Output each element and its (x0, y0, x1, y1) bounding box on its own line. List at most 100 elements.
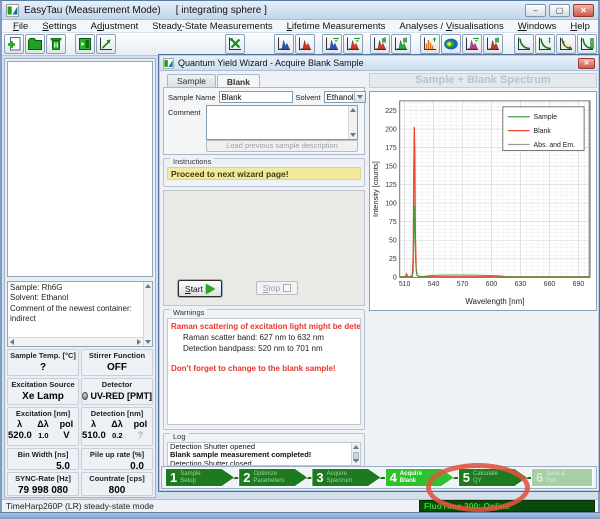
menu-windows[interactable]: Windows (511, 21, 564, 32)
scroll-up-icon[interactable] (145, 284, 151, 288)
step-label: Calculate (473, 471, 498, 478)
comment-textarea[interactable] (206, 105, 358, 140)
svg-text:630: 630 (515, 281, 527, 288)
multi-decay-icon[interactable] (577, 34, 597, 54)
time-scan-spectrum-icon[interactable] (391, 34, 411, 54)
detection-label: Detection [nm] (82, 409, 152, 418)
wizard-step-3[interactable]: 3AcquireSpectrum (311, 468, 381, 487)
scroll-right-icon[interactable] (137, 339, 141, 345)
scroll-down-icon[interactable] (145, 340, 151, 344)
spectrum-plot: 5105405706006306606900255075100125150175… (370, 92, 596, 310)
excitation-spectrum-icon[interactable] (274, 34, 294, 54)
decay-scan-icon[interactable] (535, 34, 555, 54)
wizard-step-6[interactable]: 6Save &Exit (531, 468, 593, 487)
wizard-step-5[interactable]: 5CalculateQY (458, 468, 528, 487)
excitation-source-group: Excitation Source Xe Lamp (7, 378, 79, 405)
scroll-down-icon[interactable] (350, 133, 356, 137)
svg-text:510: 510 (399, 281, 411, 288)
comment-vscrollbar[interactable] (348, 106, 357, 139)
emission-spectrum-icon[interactable] (295, 34, 315, 54)
svg-text:175: 175 (385, 145, 397, 152)
log-box: Detection Shutter openedBlank sample mea… (167, 442, 361, 466)
tab-blank[interactable]: Blank (217, 74, 260, 88)
wizard-titlebar: Quantum Yield Wizard - Acquire Blank Sam… (160, 56, 598, 71)
excitation-source-value: Xe Lamp (8, 391, 78, 402)
stop-button[interactable]: Stop (256, 281, 298, 295)
solvent-select[interactable]: Ethanol (324, 91, 366, 103)
close-button[interactable]: ✕ (573, 4, 594, 17)
scroll-up-icon[interactable] (350, 108, 356, 112)
step-number: 6 (536, 470, 543, 485)
excitation-scan-icon[interactable] (322, 34, 342, 54)
stirrer-label: Stirrer Function (82, 351, 152, 360)
decay-fit-icon[interactable] (556, 34, 576, 54)
new-measurement-icon[interactable] (4, 34, 24, 54)
sync-rate-group: SYNC-Rate [Hz] 79 998 080 (7, 472, 79, 496)
kinetics-spectrum-icon[interactable] (370, 34, 390, 54)
anisotropy-spectrum-icon[interactable] (483, 34, 503, 54)
solvent-value: Ethanol (325, 93, 354, 102)
start-button[interactable]: Start (178, 280, 222, 297)
menu-file[interactable]: File (6, 21, 35, 32)
info-vscrollbar[interactable] (143, 282, 152, 346)
container-list[interactable] (7, 61, 153, 277)
log-vscrollbar[interactable] (351, 443, 360, 465)
maximize-button[interactable]: ▢ (549, 4, 570, 17)
wizard-steps-bar: 1SampleSetup2OptimizeParameters3AcquireS… (161, 466, 597, 489)
spectrum-chart: 5105405706006306606900255075100125150175… (369, 91, 597, 311)
sample-tabs: SampleBlank (163, 73, 365, 87)
step-label: Acquire (327, 471, 353, 478)
measurement-wizard-icon[interactable] (225, 34, 245, 54)
info-line: indirect (10, 314, 142, 324)
menu-lifetime-measurements[interactable]: Lifetime Measurements (280, 21, 393, 32)
combo-dropdown-button[interactable] (354, 92, 365, 102)
menu-analyses-visualisations[interactable]: Analyses / Visualisations (392, 21, 510, 32)
excitation-group: Excitation [nm] λΔλpol 520.01.0V (7, 407, 79, 446)
titlebar: EasyTau (Measurement Mode) [ integrating… (2, 1, 598, 20)
emission-scan-icon[interactable] (343, 34, 363, 54)
step-number: 5 (463, 470, 470, 485)
open-file-icon[interactable] (25, 34, 45, 54)
tres-spectrum-icon[interactable] (462, 34, 482, 54)
svg-text:25: 25 (389, 256, 397, 263)
tab-sample[interactable]: Sample (167, 74, 216, 87)
sample-holder-icon[interactable] (75, 34, 95, 54)
decay-icon[interactable] (514, 34, 534, 54)
easytau-window: { "window": { "title": "EasyTau (Measure… (0, 0, 600, 518)
wizard-close-button[interactable]: ✕ (578, 58, 595, 69)
delta-lambda-header: Δλ (105, 419, 128, 429)
sample-temp-group: Sample Temp. [°C] ? (7, 349, 79, 376)
menu-help[interactable]: Help (563, 21, 597, 32)
warning-line: Raman scattering of excitation light mig… (171, 321, 357, 332)
detector-group: Detector UV-RED [PMT] (81, 378, 153, 405)
sample-info-text: Sample: Rh6GSolvent: EthanolComment of t… (10, 283, 142, 336)
excitation-bandwidth: 1.0 (32, 430, 55, 442)
pol-header: pol (55, 419, 78, 429)
sample-name-input[interactable] (219, 91, 293, 103)
delete-icon[interactable] (46, 34, 66, 54)
menubar: FileSettingsAdjustmentSteady-State Measu… (2, 20, 598, 33)
scroll-down-icon[interactable] (353, 459, 359, 463)
gated-spectrum-icon[interactable] (420, 34, 440, 54)
info-hscrollbar[interactable] (8, 337, 143, 346)
wizard-step-1[interactable]: 1SampleSetup (165, 468, 235, 487)
adjustment-chart-icon[interactable] (96, 34, 116, 54)
step-label: Parameters (253, 478, 284, 485)
wizard-left-column: SampleBlank Sample Name Solvent Ethanol … (163, 73, 365, 468)
countrate-value: 800 (82, 485, 152, 496)
easytau-logo-icon (6, 4, 19, 17)
scroll-up-icon[interactable] (353, 445, 359, 449)
menu-settings[interactable]: Settings (35, 21, 83, 32)
load-previous-sample-button[interactable]: Load previous sample description (206, 140, 358, 152)
contour-plot-icon[interactable] (441, 34, 461, 54)
scroll-left-icon[interactable] (10, 339, 14, 345)
svg-text:600: 600 (486, 281, 498, 288)
chart-title: Sample + Blank Spectrum (369, 73, 597, 88)
wizard-step-4[interactable]: 4AcquireBlank (385, 468, 455, 487)
excitation-label: Excitation [nm] (8, 409, 78, 418)
menu-adjustment[interactable]: Adjustment (84, 21, 146, 32)
wizard-step-2[interactable]: 2OptimizeParameters (238, 468, 308, 487)
svg-text:50: 50 (389, 238, 397, 245)
menu-steady-state-measurements[interactable]: Steady-State Measurements (145, 21, 279, 32)
minimize-button[interactable]: – (525, 4, 546, 17)
